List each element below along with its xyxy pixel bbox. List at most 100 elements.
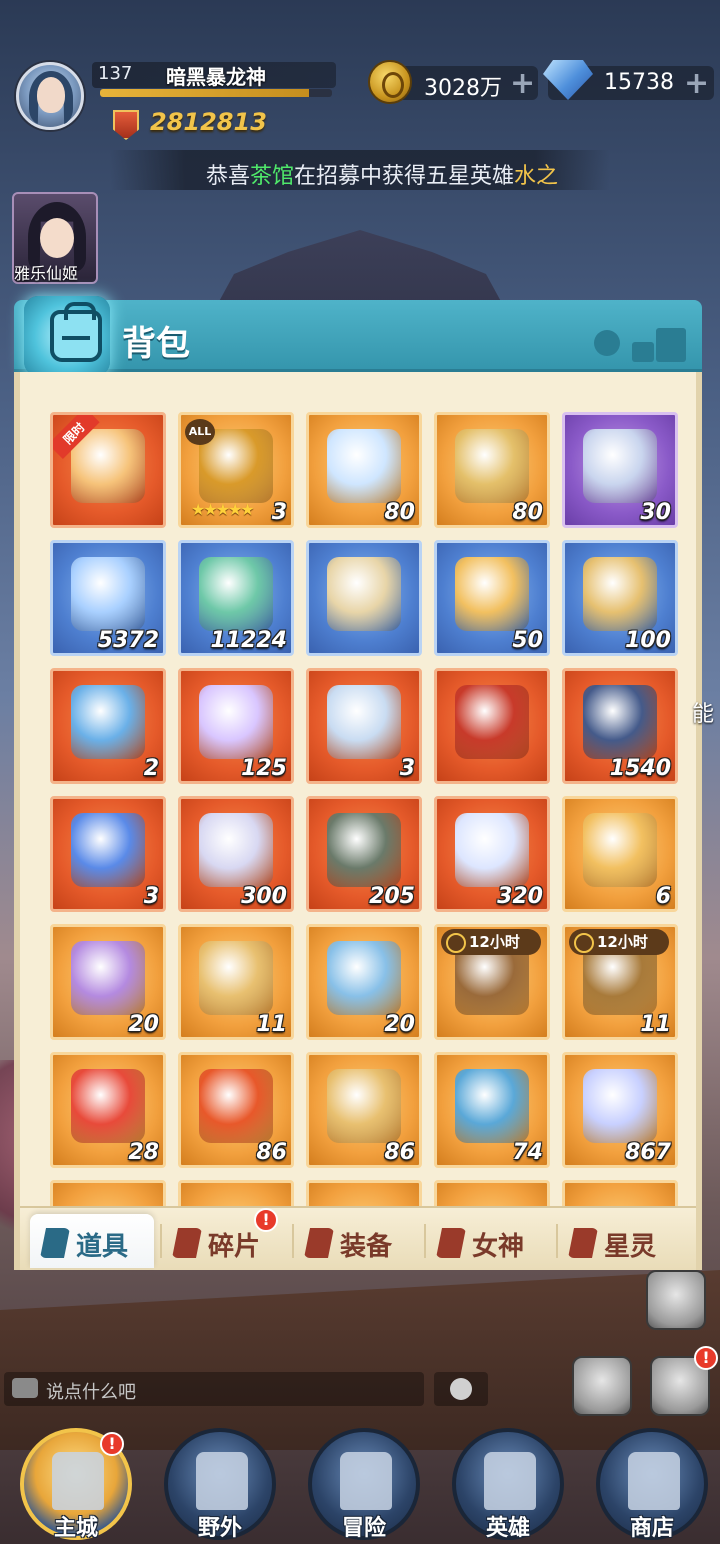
item-slot-scroll[interactable]: 100	[562, 540, 678, 656]
alert-badge: !	[694, 1346, 718, 1370]
item-slot-sun-wheel[interactable]: 86	[306, 1052, 422, 1168]
shard-icon	[172, 1228, 202, 1258]
item-slot-star-crystal[interactable]: 80	[306, 412, 422, 528]
item-slot-ring[interactable]: 限时	[50, 412, 166, 528]
gold-coin-icon	[368, 60, 412, 104]
orb-icon	[199, 685, 273, 759]
tab-spirit[interactable]: 星灵	[558, 1214, 682, 1268]
nav-shop[interactable]: 商店	[596, 1428, 708, 1541]
herb-icon	[199, 557, 273, 631]
panel-header: 背包	[14, 296, 702, 376]
item-slot-cube-chest[interactable]: 30	[562, 412, 678, 528]
item-quantity: 125	[241, 756, 287, 781]
item-slot-dark-crystal[interactable]: 1540	[562, 668, 678, 784]
ticker-guild: 茶馆	[250, 164, 295, 189]
tab-label: 道具	[76, 1232, 129, 1262]
item-slot-potion-barrel[interactable]: 12小时	[434, 924, 550, 1040]
ship-wheel-icon	[455, 1069, 529, 1143]
dark-crystal-icon	[583, 685, 657, 759]
item-quantity: 11224	[210, 628, 287, 653]
sun-wheel-icon	[327, 1069, 401, 1143]
item-slot-herb[interactable]: 11224	[178, 540, 294, 656]
nav-heroes[interactable]: 英雄	[452, 1428, 564, 1541]
item-slot-red-helmet[interactable]	[434, 668, 550, 784]
item-quantity: 3	[271, 500, 287, 525]
avatar-face	[37, 77, 65, 113]
item-slot-purple-chest[interactable]: 11	[178, 924, 294, 1040]
timer-badge: 12小时	[441, 929, 541, 955]
tab-divider	[160, 1224, 162, 1258]
item-slot-rune-gem[interactable]: 3	[50, 796, 166, 912]
item-slot-shard[interactable]: 867	[562, 1052, 678, 1168]
box-icon	[632, 342, 654, 362]
alert-badge: !	[100, 1432, 124, 1456]
player-avatar[interactable]	[16, 62, 84, 130]
chat-placeholder: 说点什么吧	[46, 1382, 136, 1403]
panel-title: 背包	[122, 324, 190, 364]
item-quantity: 3	[143, 884, 159, 909]
item-quantity: 74	[512, 1140, 543, 1165]
social-button[interactable]	[646, 1270, 706, 1330]
wand-icon	[40, 1228, 70, 1258]
nav-adventure[interactable]: 冒险	[308, 1428, 420, 1541]
item-slot-diamond-rock[interactable]: 320	[434, 796, 550, 912]
helmet-icon	[455, 557, 529, 631]
star-rating: ★★★★★	[191, 500, 255, 519]
nav-wild[interactable]: 野外	[164, 1428, 276, 1541]
ranking-button[interactable]	[572, 1356, 632, 1416]
header-decoration	[570, 322, 690, 368]
item-slot-orb[interactable]: 125	[178, 668, 294, 784]
item-slot-ship-wheel[interactable]: 74	[434, 1052, 550, 1168]
item-slot-shuriken[interactable]: 300	[178, 796, 294, 912]
all-badge: ALL	[185, 419, 215, 445]
item-slot-astrolabe[interactable]: 20	[306, 924, 422, 1040]
tab-label: 女神	[472, 1232, 525, 1262]
tab-label: 碎片	[208, 1232, 261, 1262]
fire-wheel-icon	[199, 1069, 273, 1143]
item-grid: 限时 ALL ★★★★★ 3 80 80 30 5372 11224 50 100 2 125 3 1540…	[50, 412, 684, 1212]
emoji-button[interactable]	[434, 1372, 488, 1406]
item-slot-blue-crystal[interactable]: 5372	[50, 540, 166, 656]
item-slot-hourglass[interactable]	[306, 540, 422, 656]
item-slot-fire-wheel[interactable]: 86	[178, 1052, 294, 1168]
nav-main-city[interactable]: 主城!	[20, 1428, 132, 1541]
tab-equipment[interactable]: 装备	[294, 1214, 418, 1268]
tab-fragments[interactable]: 碎片!	[162, 1208, 286, 1268]
box-icon	[656, 328, 686, 362]
puzzle-helmet-icon	[71, 941, 145, 1015]
item-slot-puzzle-helmet[interactable]: 20	[50, 924, 166, 1040]
item-slot-mystery-card[interactable]: 2	[50, 668, 166, 784]
xp-bar	[100, 89, 332, 97]
bottom-navigation: 主城! 野外 冒险 英雄 商店	[0, 1420, 720, 1544]
nav-label: 商店	[629, 1516, 674, 1541]
item-slot-helmet[interactable]: 50	[434, 540, 550, 656]
item-slot-mask[interactable]: ALL ★★★★★ 3	[178, 412, 294, 528]
add-gem-button[interactable]: +	[684, 66, 709, 101]
cube-chest-icon	[583, 429, 657, 503]
backpack-panel: 背包 限时 ALL ★★★★★ 3 80 80 30 5372 11224 50 100 2 125 3 1…	[14, 296, 702, 1270]
silver-chest-icon	[327, 685, 401, 759]
gold-amount: 3028万	[424, 76, 502, 101]
item-quantity: 86	[384, 1140, 415, 1165]
item-quantity: 867	[625, 1140, 671, 1165]
player-level: 137	[98, 63, 133, 84]
announcement-text: 恭喜茶馆在招募中获得五星英雄水之	[206, 158, 596, 190]
player-name: 暗黑暴龙神	[166, 65, 266, 89]
add-gold-button[interactable]: +	[510, 66, 535, 101]
item-slot-silver-chest[interactable]: 3	[306, 668, 422, 784]
knight-helmet-icon	[484, 1452, 536, 1510]
item-slot-puzzle-card[interactable]: 6	[562, 796, 678, 912]
item-slot-gold-chest[interactable]: 80	[434, 412, 550, 528]
side-label: 能	[692, 702, 715, 727]
cannon-scroll-icon	[327, 813, 401, 887]
combat-power: 2812813	[150, 108, 267, 136]
featured-hero-name: 雅乐仙姬	[14, 264, 79, 283]
item-slot-red-card[interactable]: 28	[50, 1052, 166, 1168]
category-tabs: 道具 碎片! 装备 女神 星灵	[20, 1206, 696, 1270]
item-quantity: 86	[256, 1140, 287, 1165]
item-slot-gold-barrel[interactable]: 12小时 11	[562, 924, 678, 1040]
tab-items[interactable]: 道具	[30, 1214, 154, 1268]
equipment-icon	[304, 1228, 334, 1258]
tab-goddess[interactable]: 女神	[426, 1214, 550, 1268]
item-slot-cannon-scroll[interactable]: 205	[306, 796, 422, 912]
